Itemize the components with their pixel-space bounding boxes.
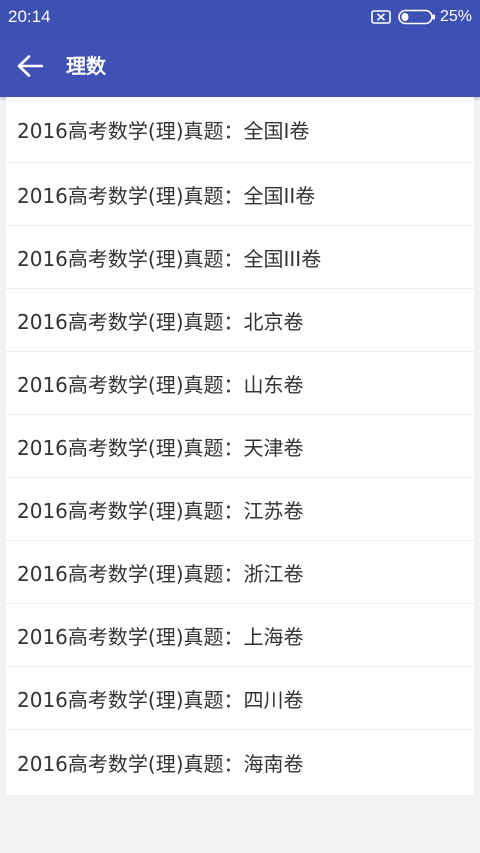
list-item[interactable]: 2016高考数学(理)真题：四川卷 bbox=[6, 667, 474, 730]
list-item[interactable]: 2016高考数学(理)真题：全国III卷 bbox=[6, 226, 474, 289]
app-bar: 理数 bbox=[0, 34, 480, 97]
list-item[interactable]: 2016高考数学(理)真题：浙江卷 bbox=[6, 541, 474, 604]
list-item[interactable]: 2016高考数学(理)真题：上海卷 bbox=[6, 604, 474, 667]
battery-percent: 25% bbox=[439, 8, 472, 25]
status-bar: 20:14 25% bbox=[0, 0, 480, 34]
back-button[interactable] bbox=[14, 50, 46, 82]
list-item[interactable]: 2016高考数学(理)真题：海南卷 bbox=[6, 730, 474, 795]
list-item[interactable]: 2016高考数学(理)真题：山东卷 bbox=[6, 352, 474, 415]
status-icons: 25% bbox=[371, 7, 472, 27]
list-item[interactable]: 2016高考数学(理)真题：北京卷 bbox=[6, 289, 474, 352]
list-item[interactable]: 2016高考数学(理)真题：江苏卷 bbox=[6, 478, 474, 541]
exam-list: 2016高考数学(理)真题：全国I卷 2016高考数学(理)真题：全国II卷 2… bbox=[6, 97, 474, 795]
list-item[interactable]: 2016高考数学(理)真题：全国II卷 bbox=[6, 163, 474, 226]
arrow-left-icon bbox=[17, 55, 43, 77]
list-item[interactable]: 2016高考数学(理)真题：天津卷 bbox=[6, 415, 474, 478]
battery-icon bbox=[398, 9, 435, 25]
no-sim-icon bbox=[371, 10, 391, 24]
status-time: 20:14 bbox=[8, 7, 51, 26]
page-title: 理数 bbox=[66, 54, 106, 78]
list-item[interactable]: 2016高考数学(理)真题：全国I卷 bbox=[6, 97, 474, 163]
